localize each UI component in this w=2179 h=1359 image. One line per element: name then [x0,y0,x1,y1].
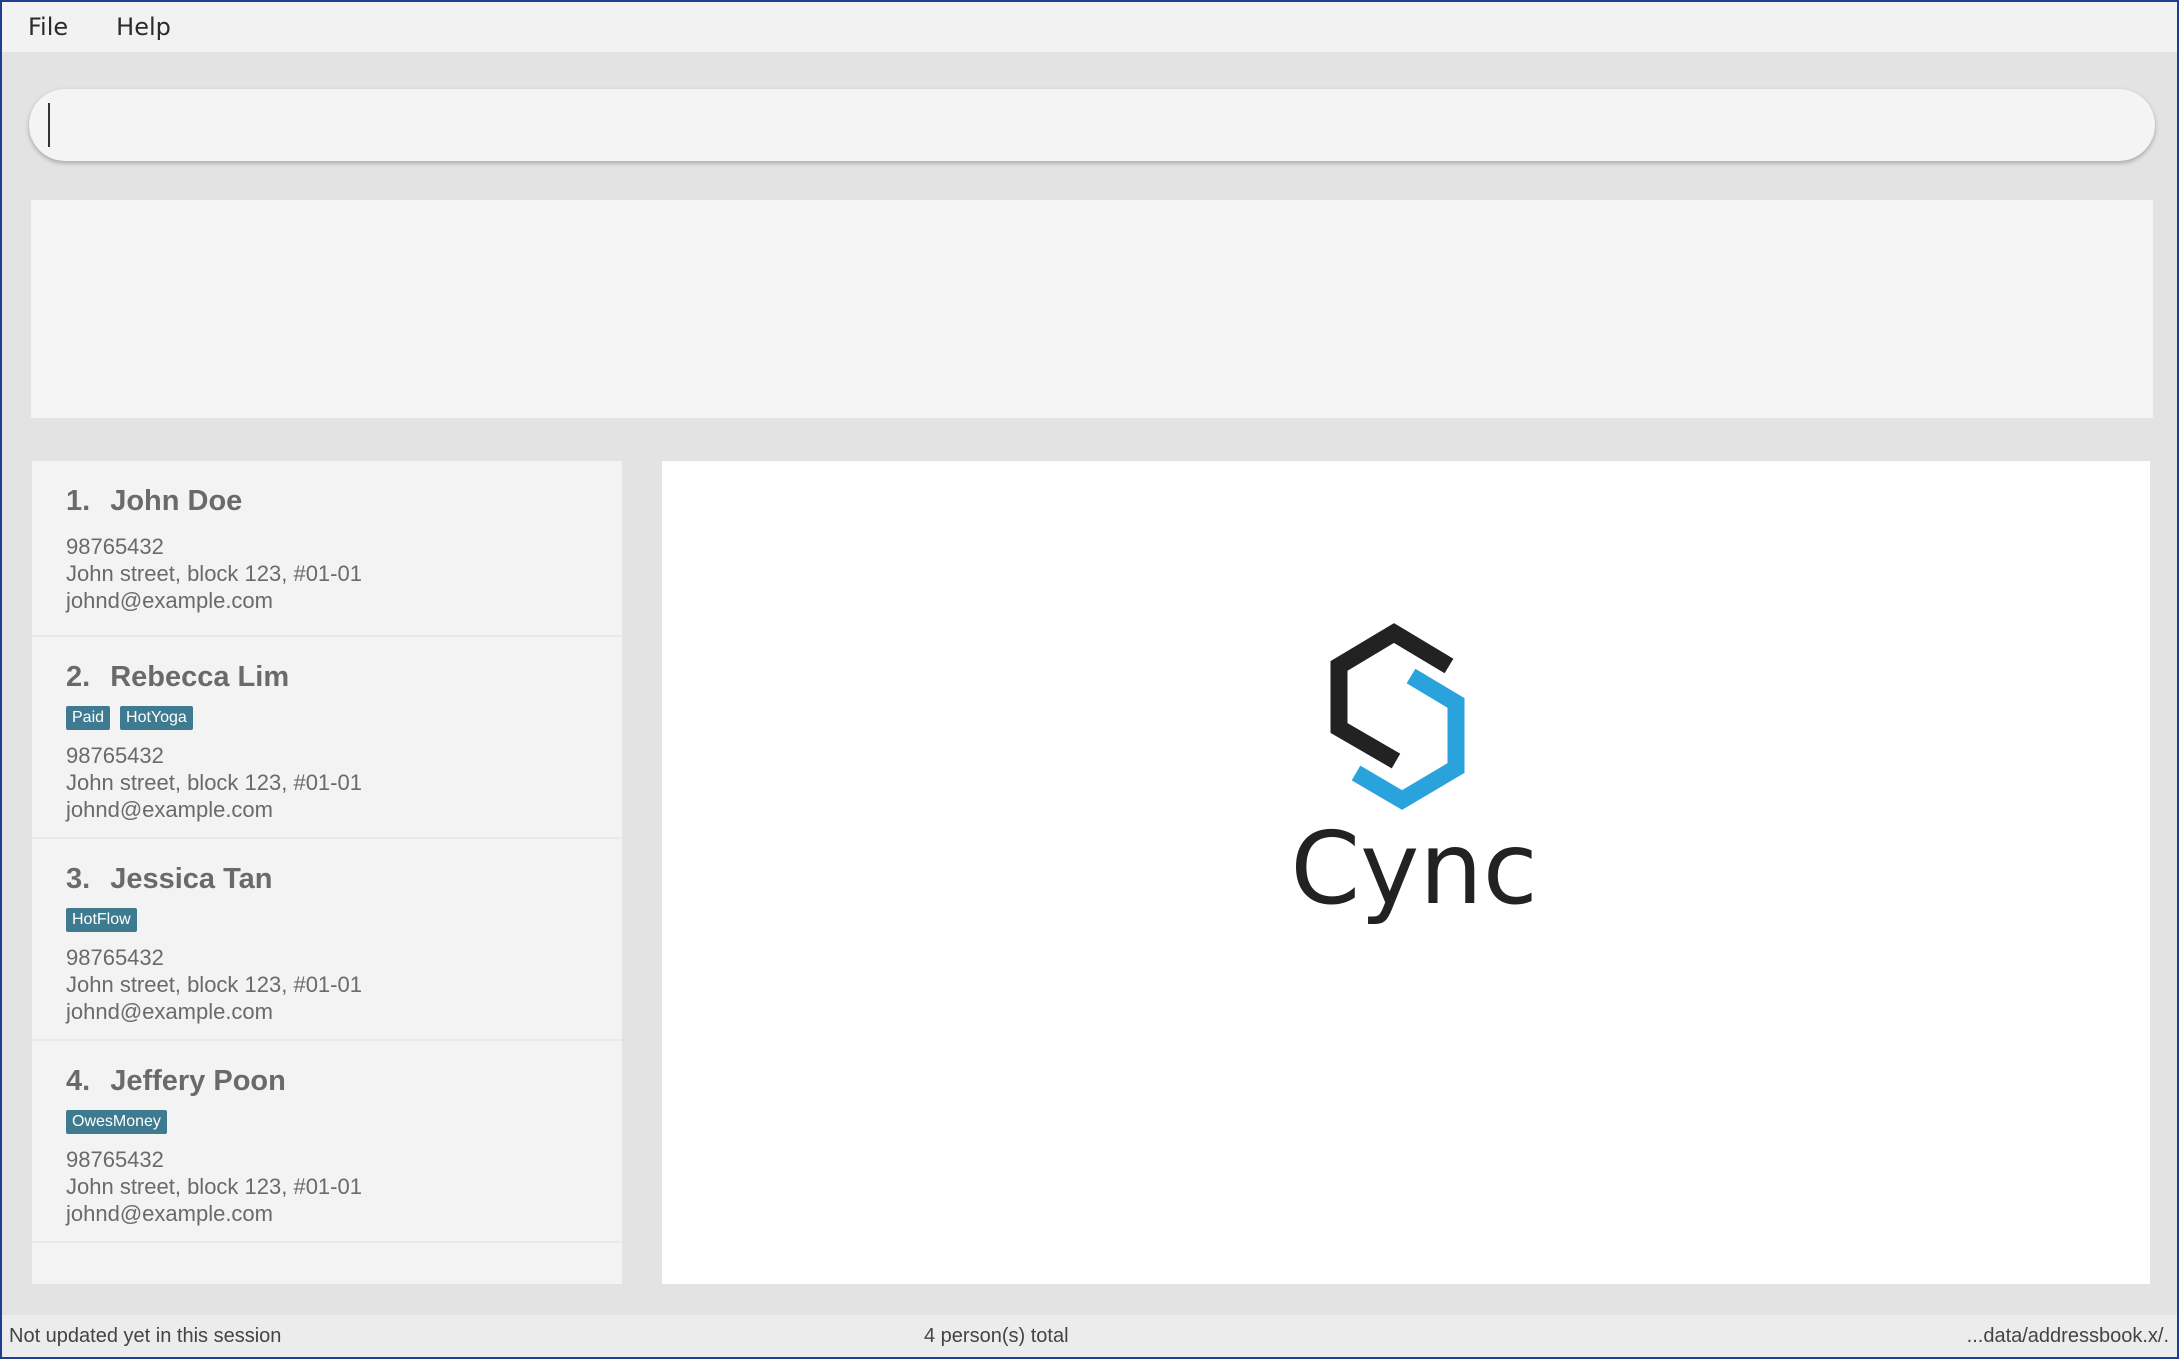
person-email: johnd@example.com [66,999,273,1024]
person-card[interactable]: 4. Jeffery Poon OwesMoney 98765432 John … [32,1041,622,1243]
save-location: ...data/addressbook.x/. [1966,1325,2169,1347]
command-box[interactable] [29,89,2155,161]
person-name: John Doe [110,485,243,517]
tag-badge: HotYoga [120,706,193,730]
person-phone: 98765432 [66,743,164,768]
app-window: File Help 1. John Doe 98765432 John stre… [2,2,2177,1357]
person-email: johnd@example.com [66,1201,273,1226]
person-index: 1. [66,485,91,517]
text-caret [48,103,50,147]
tag-list: HotFlow [66,908,622,932]
person-list[interactable]: 1. John Doe 98765432 John street, block … [32,461,622,1284]
person-email: johnd@example.com [66,797,273,822]
person-address: John street, block 123, #01-01 [66,561,362,586]
cync-logo-icon: Cync [1290,623,1538,927]
person-address: John street, block 123, #01-01 [66,1174,362,1199]
sync-status: Not updated yet in this session [9,1325,282,1347]
person-index: 2. [66,661,91,693]
tag-list: Paid HotYoga [66,706,622,730]
person-phone: 98765432 [66,1147,164,1172]
person-address: John street, block 123, #01-01 [66,972,362,997]
person-heading: 1. John Doe [66,485,622,518]
status-bar: Not updated yet in this session 4 person… [2,1315,2177,1357]
tag-list: OwesMoney [66,1110,622,1134]
person-address: John street, block 123, #01-01 [66,770,362,795]
person-name: Jessica Tan [110,863,273,895]
menu-bar: File Help [2,2,2177,52]
person-email: johnd@example.com [66,588,273,613]
result-display [31,200,2153,418]
tag-badge: OwesMoney [66,1110,167,1134]
command-input[interactable] [29,89,2155,161]
person-phone: 98765432 [66,534,164,559]
person-card[interactable]: 2. Rebecca Lim Paid HotYoga 98765432 Joh… [32,637,622,839]
person-index: 3. [66,863,91,895]
menu-help[interactable]: Help [108,9,179,45]
person-heading: 3. Jessica Tan [66,863,622,896]
person-card[interactable]: 1. John Doe 98765432 John street, block … [32,461,622,637]
person-name: Jeffery Poon [110,1065,286,1097]
menu-file[interactable]: File [20,9,76,45]
person-heading: 4. Jeffery Poon [66,1065,622,1098]
person-phone: 98765432 [66,945,164,970]
person-index: 4. [66,1065,91,1097]
person-card[interactable]: 3. Jessica Tan HotFlow 98765432 John str… [32,839,622,1041]
tag-badge: Paid [66,706,111,730]
person-heading: 2. Rebecca Lim [66,661,622,694]
preview-panel: Cync [662,461,2150,1284]
logo-wordmark: Cync [1290,810,1537,927]
person-name: Rebecca Lim [110,661,290,693]
person-count: 4 person(s) total [924,1325,1069,1347]
tag-badge: HotFlow [66,908,137,932]
